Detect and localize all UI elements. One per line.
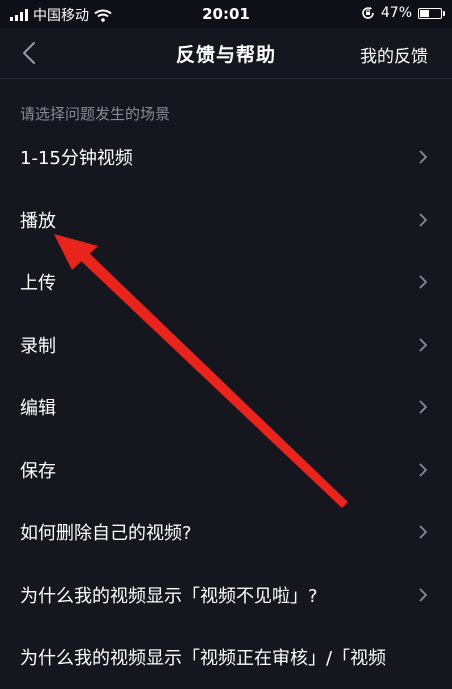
chevron-right-icon	[419, 338, 428, 352]
chevron-right-icon	[419, 275, 428, 289]
list-item-label: 为什么我的视频显示「视频不见啦」?	[20, 585, 318, 607]
list-item-label: 1-15分钟视频	[20, 148, 133, 170]
list-item[interactable]: 编辑	[0, 376, 452, 439]
chevron-right-icon	[419, 463, 428, 477]
chevron-right-icon	[419, 400, 428, 414]
list-item[interactable]: 保存	[0, 439, 452, 502]
list-item[interactable]: 播放	[0, 189, 452, 252]
list-item[interactable]: 为什么我的视频显示「视频正在审核」/「视频	[0, 626, 452, 689]
list-item-label: 为什么我的视频显示「视频正在审核」/「视频	[20, 648, 387, 670]
nav-bar: 反馈与帮助 我的反馈	[0, 28, 452, 79]
battery-icon	[418, 7, 445, 19]
list-item-label: 编辑	[20, 398, 56, 420]
list-item[interactable]: 录制	[0, 314, 452, 377]
list-item-label: 上传	[20, 273, 56, 295]
list-item[interactable]: 为什么我的视频显示「视频不见啦」?	[0, 564, 452, 627]
status-bar: 中国移动 20:01 47%	[0, 0, 452, 28]
chevron-right-icon	[419, 588, 428, 602]
list-item[interactable]: 上传	[0, 251, 452, 314]
chevron-right-icon	[419, 213, 428, 227]
battery-percent: 47%	[380, 5, 412, 21]
status-right: 47%	[361, 5, 445, 21]
list-item-label: 录制	[20, 335, 56, 357]
list-item-label: 播放	[20, 210, 56, 232]
scenario-list: 1-15分钟视频 播放 上传 录制 编辑 保存 如何删除自己的视频? 为什么我的…	[0, 126, 452, 689]
rotation-lock-icon	[362, 6, 374, 19]
list-item[interactable]: 1-15分钟视频	[0, 126, 452, 189]
list-item[interactable]: 如何删除自己的视频?	[0, 501, 452, 564]
section-label: 请选择问题发生的场景	[20, 105, 171, 123]
back-button[interactable]	[16, 40, 42, 66]
chevron-right-icon	[419, 150, 428, 164]
back-chevron-icon	[23, 42, 35, 64]
list-item-label: 如何删除自己的视频?	[20, 523, 192, 545]
my-feedback-button[interactable]: 我的反馈	[360, 42, 428, 67]
list-item-label: 保存	[20, 460, 56, 482]
chevron-right-icon	[419, 525, 428, 539]
